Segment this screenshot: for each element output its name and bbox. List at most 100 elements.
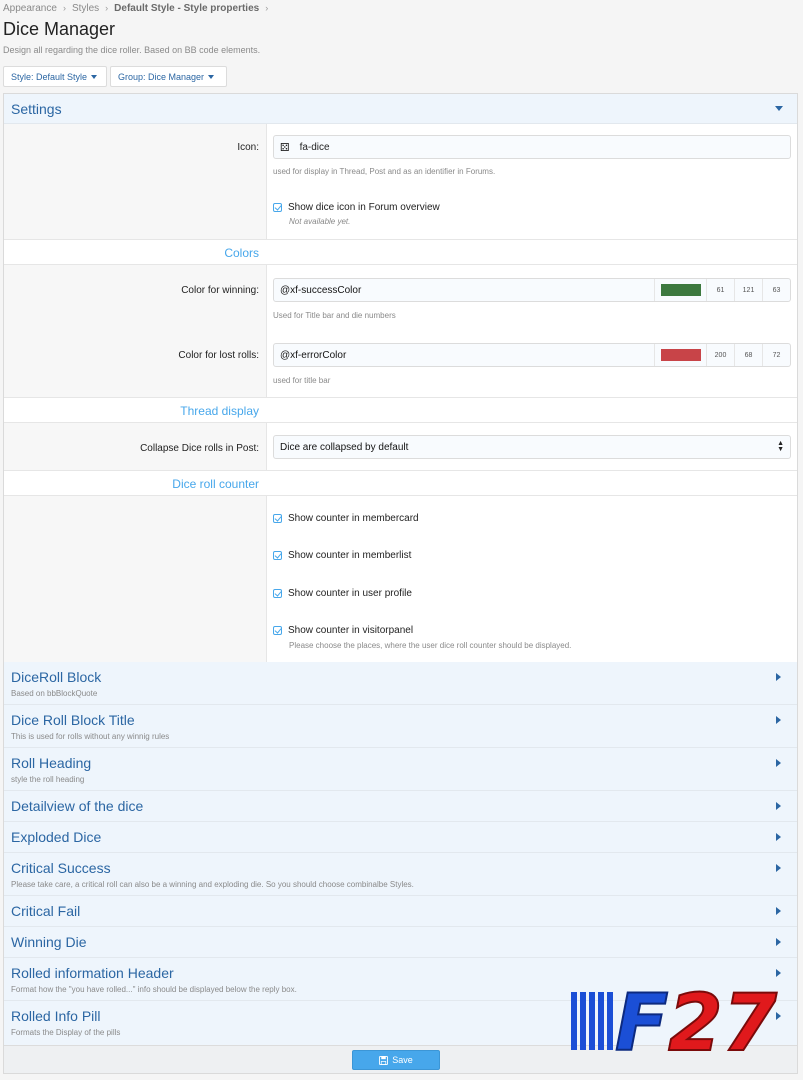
- f27-logo: F27: [571, 986, 779, 1056]
- section-title: Dice Roll Block Title: [11, 712, 135, 728]
- section-critical-fail[interactable]: Critical Fail: [4, 896, 797, 927]
- section-winning-die[interactable]: Winning Die: [4, 927, 797, 958]
- winning-color-hint: Used for Title bar and die numbers: [273, 311, 396, 320]
- show-dice-icon-label: Show dice icon in Forum overview: [288, 202, 440, 213]
- section-critical-success[interactable]: Critical Success Please take care, a cri…: [4, 853, 797, 896]
- counter-memberlist-checkbox[interactable]: [273, 551, 282, 560]
- chevron-right-icon: [776, 833, 781, 841]
- chevron-right-icon: [776, 864, 781, 872]
- section-dice-roll-block-title[interactable]: Dice Roll Block Title This is used for r…: [4, 705, 797, 748]
- settings-header[interactable]: Settings: [4, 94, 797, 124]
- section-exploded-dice[interactable]: Exploded Dice: [4, 822, 797, 853]
- section-title: Detailview of the dice: [11, 798, 144, 814]
- save-button[interactable]: Save: [352, 1050, 440, 1070]
- breadcrumb: Appearance › Styles › Default Style - St…: [3, 1, 268, 15]
- counter-option[interactable]: Show counter in membercard: [273, 513, 419, 524]
- collapse-select[interactable]: Dice are collapsed by default ▲ ▼: [273, 435, 791, 459]
- lost-color-value: @xf-errorColor: [280, 349, 347, 361]
- settings-title: Settings: [11, 101, 62, 117]
- show-dice-icon-option[interactable]: Show dice icon in Forum overview: [273, 202, 440, 213]
- caret-down-icon: [91, 74, 98, 79]
- winning-color-input[interactable]: @xf-successColor 61 121 63: [273, 278, 791, 302]
- section-title: Roll Heading: [11, 755, 92, 771]
- counter-option-label: Show counter in user profile: [288, 588, 412, 599]
- breadcrumb-style-properties[interactable]: Default Style - Style properties: [114, 3, 259, 14]
- group-filter-label: Group: Dice Manager: [118, 71, 205, 82]
- show-dice-icon-hint: Not available yet.: [289, 217, 351, 226]
- counter-option-label: Show counter in memberlist: [288, 550, 412, 561]
- counter-membercard-checkbox[interactable]: [273, 514, 282, 523]
- lost-color-hint: used for title bar: [273, 376, 331, 385]
- chevron-right-icon: ›: [105, 3, 109, 13]
- section-title: Winning Die: [11, 934, 87, 950]
- chevron-right-icon: [776, 673, 781, 681]
- chevron-right-icon: [776, 802, 781, 810]
- thread-display-subheading-text: Thread display: [180, 404, 259, 418]
- page-description: Design all regarding the dice roller. Ba…: [3, 45, 261, 55]
- counter-option[interactable]: Show counter in memberlist: [273, 550, 411, 561]
- icon-value: fa-dice: [299, 141, 330, 153]
- label-column: [4, 124, 267, 239]
- colors-subheading: Colors: [4, 239, 797, 265]
- section-subtitle: Formats the Display of the pills: [11, 1028, 121, 1037]
- lost-color-swatch-cell[interactable]: [654, 344, 706, 366]
- lost-color-input[interactable]: @xf-errorColor 200 68 72: [273, 343, 791, 367]
- style-filter-label: Style: Default Style: [11, 71, 88, 82]
- lost-color-r: 200: [706, 344, 734, 366]
- counter-visitorpanel-checkbox[interactable]: [273, 626, 282, 635]
- select-arrows-icon: ▲ ▼: [777, 440, 784, 453]
- style-properties-panel: Settings Icon: ⚄ fa-dice used for displa…: [3, 93, 798, 1074]
- save-icon: [379, 1055, 389, 1065]
- section-title: DiceRoll Block: [11, 669, 102, 685]
- winning-color-swatch: [660, 284, 701, 296]
- group-filter-button[interactable]: Group: Dice Manager: [110, 66, 227, 87]
- lost-color-b: 72: [762, 344, 790, 366]
- counter-subheading: Dice roll counter: [4, 470, 797, 496]
- save-label: Save: [392, 1055, 413, 1065]
- counter-user-profile-checkbox[interactable]: [273, 589, 282, 598]
- section-detailview[interactable]: Detailview of the dice: [4, 791, 797, 822]
- winning-color-swatch-cell[interactable]: [654, 279, 706, 301]
- winning-color-g: 121: [734, 279, 762, 301]
- caret-down-icon: [208, 74, 215, 79]
- counter-option[interactable]: Show counter in user profile: [273, 588, 412, 599]
- style-filter-button[interactable]: Style: Default Style: [3, 66, 107, 87]
- thread-display-subheading: Thread display: [4, 397, 797, 423]
- lost-color-swatch: [660, 349, 701, 361]
- winning-color-b: 63: [762, 279, 790, 301]
- chevron-right-icon: [776, 759, 781, 767]
- winning-color-value: @xf-successColor: [280, 284, 362, 296]
- show-dice-icon-checkbox[interactable]: [273, 203, 282, 212]
- section-subtitle: Format how the "you have rolled..." info…: [11, 985, 297, 994]
- lost-color-g: 68: [734, 344, 762, 366]
- section-title: Rolled Info Pill: [11, 1008, 101, 1024]
- breadcrumb-styles[interactable]: Styles: [72, 3, 99, 14]
- colors-subheading-text: Colors: [224, 246, 259, 260]
- dice-icon: ⚄: [280, 141, 290, 154]
- section-roll-heading[interactable]: Roll Heading style the roll heading: [4, 748, 797, 791]
- chevron-right-icon: [776, 716, 781, 724]
- chevron-right-icon: [776, 907, 781, 915]
- counter-subheading-text: Dice roll counter: [172, 477, 259, 491]
- section-title: Critical Success: [11, 860, 111, 876]
- chevron-right-icon: [776, 969, 781, 977]
- counter-option-label: Show counter in membercard: [288, 513, 419, 524]
- breadcrumb-appearance[interactable]: Appearance: [3, 3, 57, 14]
- icon-input[interactable]: ⚄ fa-dice: [273, 135, 791, 159]
- section-title: Exploded Dice: [11, 829, 102, 845]
- counter-option-label: Show counter in visitorpanel: [288, 625, 414, 636]
- section-subtitle: Please take care, a critical roll can al…: [11, 880, 414, 889]
- section-diceroll-block[interactable]: DiceRoll Block Based on bbBlockQuote: [4, 662, 797, 705]
- section-subtitle: style the roll heading: [11, 775, 85, 784]
- chevron-right-icon: [776, 938, 781, 946]
- caret-down-icon: [775, 106, 783, 111]
- page-title: Dice Manager: [3, 19, 116, 39]
- section-subtitle: Based on bbBlockQuote: [11, 689, 98, 698]
- icon-hint: used for display in Thread, Post and as …: [273, 167, 496, 176]
- section-title: Critical Fail: [11, 903, 81, 919]
- counter-hint: Please choose the places, where the user…: [289, 641, 572, 650]
- chevron-right-icon: ›: [265, 3, 269, 13]
- logo-text: F27: [615, 986, 778, 1056]
- counter-option[interactable]: Show counter in visitorpanel: [273, 625, 413, 636]
- collapse-label: Collapse Dice rolls in Post:: [140, 443, 259, 454]
